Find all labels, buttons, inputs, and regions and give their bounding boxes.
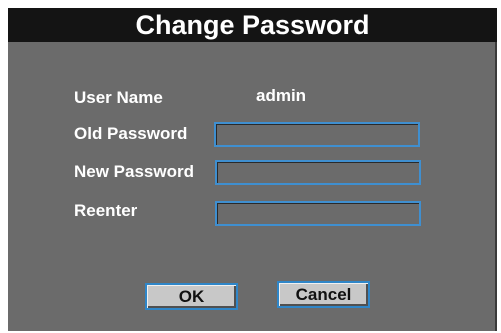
ok-button[interactable]: OK bbox=[145, 283, 238, 310]
dialog-title: Change Password bbox=[8, 8, 497, 42]
reenter-password-field[interactable] bbox=[215, 201, 421, 226]
old-password-field[interactable] bbox=[214, 122, 420, 147]
username-value: admin bbox=[256, 86, 307, 105]
reenter-label: Reenter bbox=[74, 201, 138, 220]
new-password-label: New Password bbox=[74, 162, 194, 181]
cancel-button[interactable]: Cancel bbox=[277, 281, 370, 308]
new-password-field[interactable] bbox=[215, 160, 421, 185]
old-password-label: Old Password bbox=[74, 124, 188, 143]
username-label: User Name bbox=[74, 88, 163, 107]
change-password-dialog: Change Password User Name admin Old Pass… bbox=[8, 8, 497, 331]
